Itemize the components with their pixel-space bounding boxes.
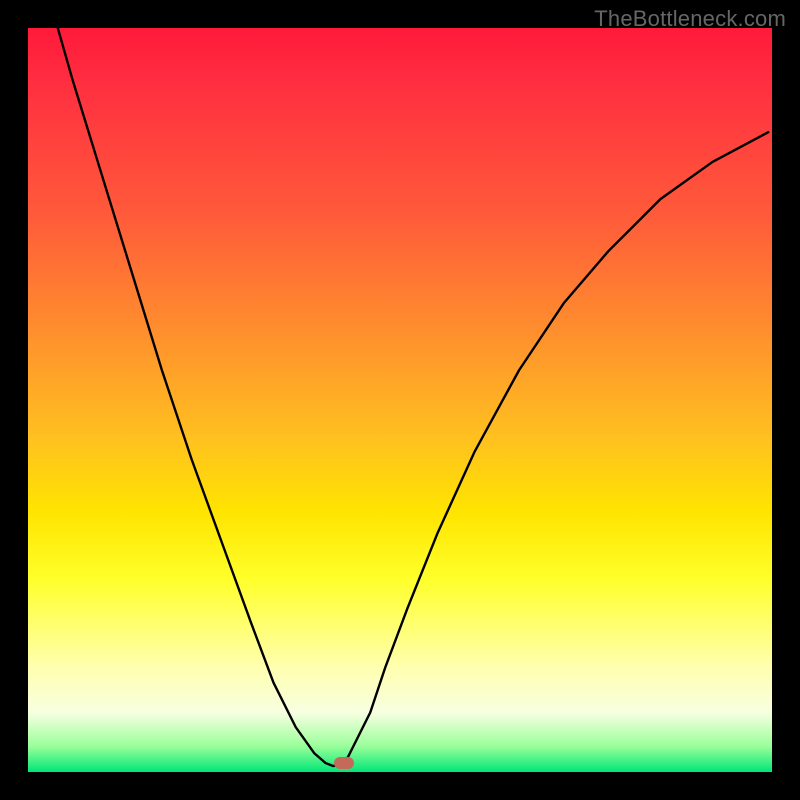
plot-area	[28, 28, 772, 772]
watermark-text: TheBottleneck.com	[594, 6, 786, 32]
minimum-marker	[334, 757, 354, 769]
curve-svg	[28, 28, 772, 772]
chart-frame: TheBottleneck.com	[0, 0, 800, 800]
bottleneck-curve	[58, 28, 769, 766]
